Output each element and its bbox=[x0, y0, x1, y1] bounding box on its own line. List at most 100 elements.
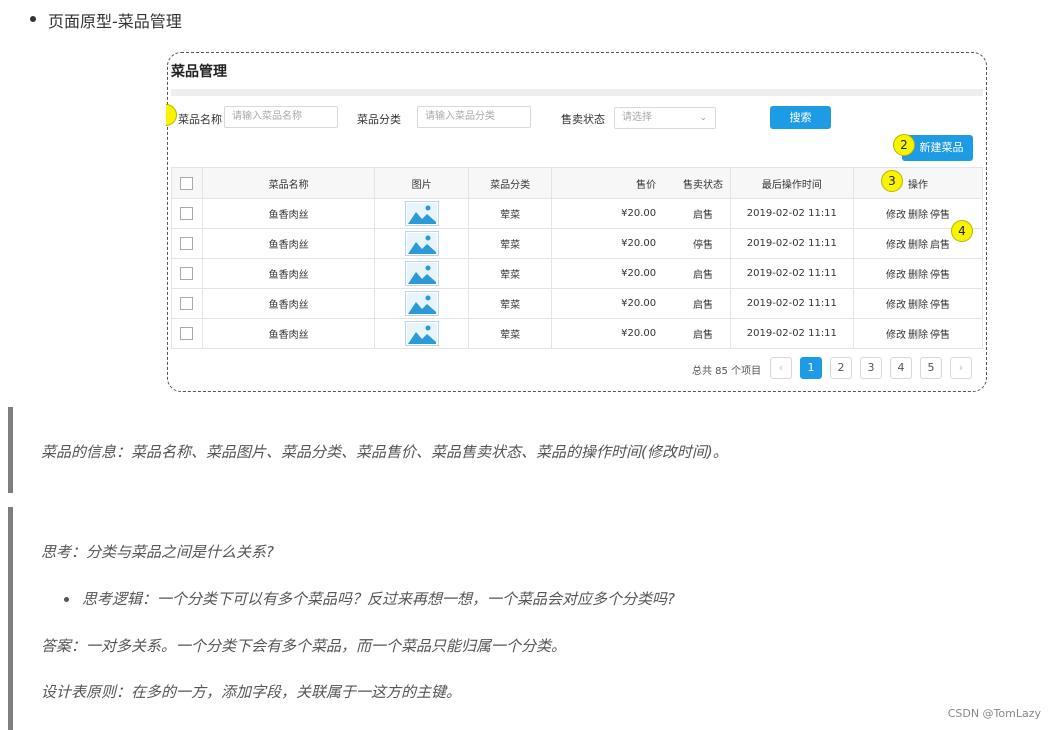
cell-name: 鱼香肉丝 bbox=[201, 318, 376, 349]
row-select-cell bbox=[171, 318, 203, 349]
answer-text: 答案：一对多关系。一个分类下会有多个菜品，而一个菜品只能归属一个分类。 bbox=[41, 637, 567, 655]
col-status: 售卖状态 bbox=[676, 167, 731, 199]
cell-category: 荤菜 bbox=[467, 318, 553, 349]
table-row: 鱼香肉丝 荤菜 ¥20.00 启售 2019-02-02 11:11 修改 删除 停售 bbox=[171, 288, 984, 319]
cell-category: 荤菜 bbox=[467, 198, 553, 229]
col-time: 最后操作时间 bbox=[729, 167, 854, 199]
marker-4: 4 bbox=[951, 220, 973, 242]
image-placeholder-icon bbox=[404, 261, 439, 286]
toggle-sale-link[interactable]: 停售 bbox=[930, 270, 950, 281]
row-select-cell bbox=[171, 228, 203, 259]
cell-name: 鱼香肉丝 bbox=[201, 258, 376, 289]
col-category: 菜品分类 bbox=[467, 167, 553, 199]
cell-status: 启售 bbox=[676, 288, 731, 319]
row-checkbox[interactable] bbox=[180, 237, 194, 250]
row-select-cell bbox=[171, 288, 203, 319]
quote-bar-1 bbox=[8, 407, 13, 493]
cell-image bbox=[374, 198, 469, 229]
toggle-sale-link[interactable]: 停售 bbox=[930, 300, 950, 311]
cell-category: 荤菜 bbox=[467, 258, 553, 289]
dish-info-text: 菜品的信息：菜品名称、菜品图片、菜品分类、菜品售价、菜品售卖状态、菜品的操作时间… bbox=[41, 443, 728, 461]
toggle-sale-link[interactable]: 停售 bbox=[930, 210, 950, 221]
image-placeholder-icon bbox=[404, 231, 439, 256]
select-all-cell bbox=[171, 167, 203, 199]
cell-name: 鱼香肉丝 bbox=[201, 288, 376, 319]
toggle-sale-link[interactable]: 启售 bbox=[930, 240, 950, 251]
row-checkbox[interactable] bbox=[180, 327, 194, 340]
col-actions: 操作 bbox=[852, 167, 984, 199]
category-filter-label: 菜品分类 bbox=[357, 113, 401, 126]
status-select[interactable]: 请选择 ⌄ bbox=[614, 107, 716, 129]
cell-status: 启售 bbox=[676, 258, 731, 289]
category-filter-input[interactable]: 请输入菜品分类 bbox=[417, 106, 531, 128]
cell-image bbox=[374, 228, 469, 259]
delete-link[interactable]: 删除 bbox=[908, 270, 928, 281]
cell-actions: 修改 删除 停售 bbox=[852, 288, 984, 319]
marker-2: 2 bbox=[893, 134, 915, 156]
image-placeholder-icon bbox=[404, 321, 439, 346]
table-header-row: 菜品名称 图片 菜品分类 售价 售卖状态 最后操作时间 操作 bbox=[171, 167, 984, 199]
search-button[interactable]: 搜索 bbox=[770, 106, 831, 129]
cell-category: 荤菜 bbox=[467, 228, 553, 259]
row-checkbox[interactable] bbox=[180, 297, 194, 310]
dish-table: 菜品名称 图片 菜品分类 售价 售卖状态 最后操作时间 操作 鱼香肉丝 荤菜 ¥20… bbox=[171, 167, 984, 349]
name-filter-input[interactable]: 请输入菜品名称 bbox=[224, 106, 338, 128]
bullet-dot bbox=[30, 16, 36, 22]
toggle-sale-link[interactable]: 停售 bbox=[930, 330, 950, 341]
delete-link[interactable]: 删除 bbox=[908, 330, 928, 341]
page-button-2[interactable]: 2 bbox=[830, 357, 852, 379]
cell-price: ¥20.00 bbox=[551, 318, 677, 349]
page-heading: 页面原型-菜品管理 bbox=[48, 12, 182, 31]
edit-link[interactable]: 修改 bbox=[886, 330, 906, 341]
think-text: 思考：分类与菜品之间是什么关系? bbox=[41, 543, 274, 561]
bullet-dot bbox=[64, 597, 69, 602]
row-checkbox[interactable] bbox=[180, 207, 194, 220]
cell-time: 2019-02-02 11:11 bbox=[729, 318, 854, 349]
page-button-3[interactable]: 3 bbox=[860, 357, 882, 379]
row-select-cell bbox=[171, 258, 203, 289]
table-row: 鱼香肉丝 荤菜 ¥20.00 停售 2019-02-02 11:11 修改 删除 启售 bbox=[171, 228, 984, 259]
edit-link[interactable]: 修改 bbox=[886, 300, 906, 311]
delete-link[interactable]: 删除 bbox=[908, 300, 928, 311]
marker-1-partial bbox=[166, 104, 178, 126]
table-body: 鱼香肉丝 荤菜 ¥20.00 启售 2019-02-02 11:11 修改 删除 停售 鱼香肉丝… bbox=[171, 198, 984, 349]
edit-link[interactable]: 修改 bbox=[886, 240, 906, 251]
pagination-total: 总共 85 个项目 bbox=[692, 366, 762, 377]
cell-price: ¥20.00 bbox=[551, 288, 677, 319]
table-row: 鱼香肉丝 荤菜 ¥20.00 启售 2019-02-02 11:11 修改 删除 停售 bbox=[171, 318, 984, 349]
cell-price: ¥20.00 bbox=[551, 258, 677, 289]
cell-time: 2019-02-02 11:11 bbox=[729, 288, 854, 319]
cell-price: ¥20.00 bbox=[551, 228, 677, 259]
cell-category: 荤菜 bbox=[467, 288, 553, 319]
principle-text: 设计表原则：在多的一方，添加字段，关联属于一这方的主键。 bbox=[41, 683, 462, 701]
prototype-title: 菜品管理 bbox=[171, 64, 227, 80]
watermark: CSDN @TomLazy bbox=[947, 707, 1041, 720]
cell-image bbox=[374, 258, 469, 289]
select-all-checkbox[interactable] bbox=[180, 176, 194, 190]
row-select-cell bbox=[171, 198, 203, 229]
cell-status: 启售 bbox=[676, 318, 731, 349]
prev-page-button[interactable]: ‹ bbox=[770, 357, 792, 379]
cell-actions: 修改 删除 停售 bbox=[852, 318, 984, 349]
page-button-1[interactable]: 1 bbox=[800, 357, 822, 379]
cell-image bbox=[374, 288, 469, 319]
edit-link[interactable]: 修改 bbox=[886, 210, 906, 221]
status-filter-label: 售卖状态 bbox=[561, 113, 605, 126]
page-button-4[interactable]: 4 bbox=[890, 357, 912, 379]
image-placeholder-icon bbox=[404, 201, 439, 226]
edit-link[interactable]: 修改 bbox=[886, 270, 906, 281]
row-checkbox[interactable] bbox=[180, 267, 194, 280]
cell-actions: 修改 删除 停售 bbox=[852, 258, 984, 289]
chevron-down-icon: ⌄ bbox=[699, 113, 707, 123]
cell-status: 启售 bbox=[676, 198, 731, 229]
page-button-5[interactable]: 5 bbox=[920, 357, 942, 379]
cell-time: 2019-02-02 11:11 bbox=[729, 258, 854, 289]
cell-name: 鱼香肉丝 bbox=[201, 228, 376, 259]
delete-link[interactable]: 删除 bbox=[908, 210, 928, 221]
marker-3: 3 bbox=[881, 170, 903, 192]
name-filter-label: 菜品名称 bbox=[178, 113, 222, 126]
delete-link[interactable]: 删除 bbox=[908, 240, 928, 251]
table-row: 鱼香肉丝 荤菜 ¥20.00 启售 2019-02-02 11:11 修改 删除 停售 bbox=[171, 198, 984, 229]
cell-status: 停售 bbox=[676, 228, 731, 259]
next-page-button[interactable]: › bbox=[950, 357, 972, 379]
